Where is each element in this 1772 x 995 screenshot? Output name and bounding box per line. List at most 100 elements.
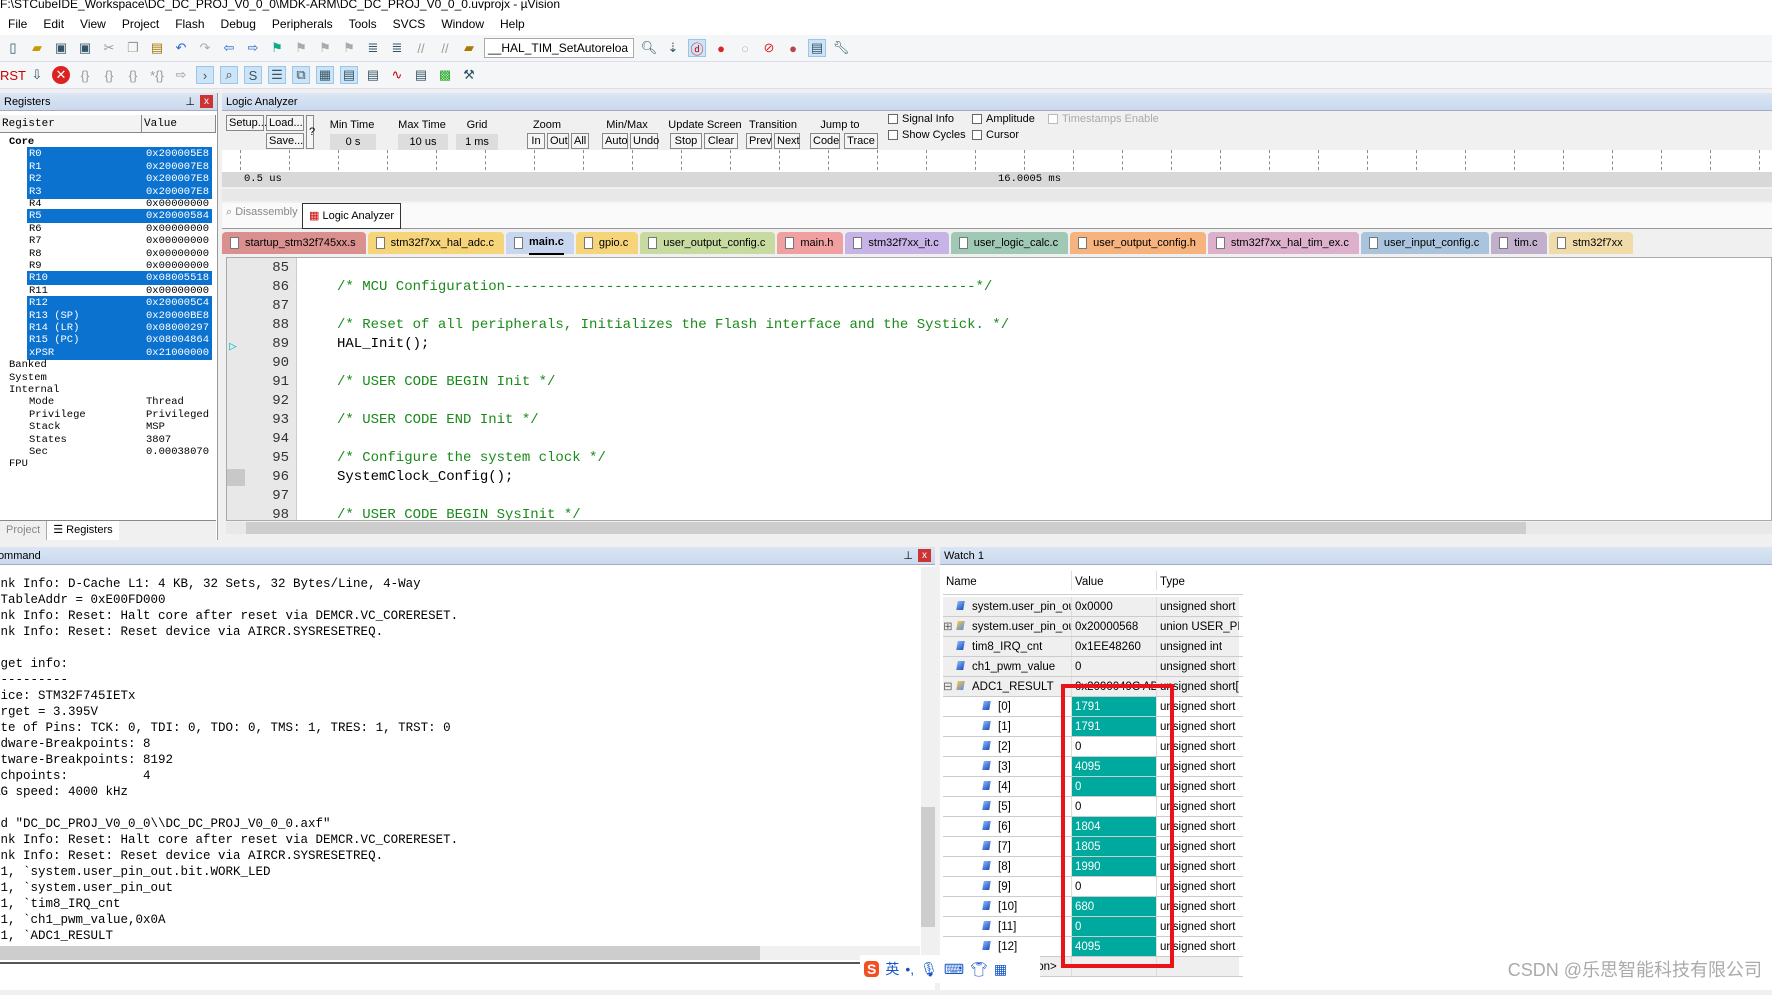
menu-debug[interactable]: Debug: [213, 17, 264, 31]
keyboard-icon[interactable]: ⌨: [944, 961, 964, 978]
file-tab[interactable]: stm32f7xx_hal_tim_ex.c: [1207, 232, 1359, 254]
forward-icon[interactable]: ⇨: [244, 39, 262, 57]
microphone-icon[interactable]: 🎙︎: [920, 961, 938, 978]
system-viewer-icon[interactable]: ▩: [436, 66, 454, 84]
watch-window-icon[interactable]: ▦: [316, 66, 334, 84]
run-to-cursor-icon[interactable]: *{}: [148, 66, 166, 84]
save-icon[interactable]: ▣: [52, 39, 70, 57]
command-input[interactable]: [0, 962, 935, 988]
file-tab[interactable]: stm32f7xx_it.c: [845, 232, 949, 254]
bookmark-next-icon[interactable]: ⚑: [316, 39, 334, 57]
breakpoint-insert-icon[interactable]: ●: [712, 39, 730, 57]
find-in-files-icon[interactable]: ▰: [460, 39, 478, 57]
bookmark-icon[interactable]: ⚑: [268, 39, 286, 57]
ime-language[interactable]: 英: [885, 959, 899, 979]
breakpoint-disable-icon[interactable]: ○: [736, 39, 754, 57]
command-hscrollbar[interactable]: [0, 946, 920, 960]
undo-icon[interactable]: ↶: [172, 39, 190, 57]
watch-row[interactable]: ⊞ system.user_pin_out 0x20000568 union USER…: [943, 617, 1243, 637]
watch-value[interactable]: 0x0000: [1071, 597, 1156, 616]
logic-analyzer-scrollbar[interactable]: [222, 189, 1772, 201]
undo-button[interactable]: Undo: [630, 133, 659, 149]
call-stack-window-icon[interactable]: ⧉: [292, 66, 310, 84]
uncomment-icon[interactable]: //: [436, 39, 454, 57]
expand-toggle-icon[interactable]: ⊞: [943, 617, 953, 636]
menu-help[interactable]: Help: [492, 17, 533, 31]
setup-button[interactable]: Setup...: [226, 115, 267, 131]
close-icon[interactable]: x: [918, 549, 931, 562]
file-tab[interactable]: stm32f7xx: [1549, 232, 1633, 254]
run-icon[interactable]: ⇩: [28, 66, 46, 84]
file-tab[interactable]: main.c: [506, 232, 574, 255]
analysis-window-icon[interactable]: ∿: [388, 66, 406, 84]
menu-edit[interactable]: Edit: [35, 17, 72, 31]
file-tab[interactable]: main.h: [777, 232, 844, 254]
code-editor[interactable]: 85 86 /* MCU Configuration----------------…: [226, 257, 1772, 521]
pin-icon[interactable]: ⊥: [185, 93, 195, 111]
help-button[interactable]: ?: [306, 115, 315, 149]
menu-flash[interactable]: Flash: [167, 17, 212, 31]
zoom-all-button[interactable]: All: [571, 133, 589, 149]
watch-value[interactable]: 0: [1071, 657, 1156, 676]
auto-button[interactable]: Auto: [602, 133, 628, 149]
indent-icon[interactable]: ≣: [364, 39, 382, 57]
zoom-in-button[interactable]: In: [527, 133, 545, 149]
save-all-icon[interactable]: ▣: [76, 39, 94, 57]
paste-icon[interactable]: ▤: [148, 39, 166, 57]
load-button[interactable]: Load...: [266, 115, 304, 131]
step-over-icon[interactable]: {}: [100, 66, 118, 84]
save-button[interactable]: Save...: [266, 133, 304, 149]
stop-icon[interactable]: ✕: [52, 66, 70, 84]
menu-project[interactable]: Project: [114, 17, 167, 31]
column-register[interactable]: Register: [0, 115, 142, 132]
watch-value[interactable]: 0x20000568: [1071, 617, 1156, 636]
menu-window[interactable]: Window: [433, 17, 492, 31]
redo-icon[interactable]: ↷: [196, 39, 214, 57]
file-tab[interactable]: tim.c: [1491, 232, 1548, 254]
editor-scroll-thumb[interactable]: [246, 522, 1526, 534]
toolbox-icon[interactable]: ▦: [994, 961, 1007, 978]
clear-button[interactable]: Clear: [704, 133, 738, 149]
incremental-find-icon[interactable]: ⇣: [664, 39, 682, 57]
column-value[interactable]: Value: [142, 115, 216, 132]
menu-view[interactable]: View: [72, 17, 114, 31]
watch-row[interactable]: tim8_IRQ_cnt 0x1EE48260 unsigned int: [943, 637, 1243, 657]
timestamps-enable-checkbox[interactable]: Timestamps Enable: [1048, 113, 1159, 125]
file-tab[interactable]: startup_stm32f745xx.s: [222, 232, 366, 254]
window-layout-icon[interactable]: ▤: [808, 39, 826, 57]
skin-icon[interactable]: 👕︎: [970, 961, 988, 978]
command-window-icon[interactable]: ›: [196, 66, 214, 84]
step-out-icon[interactable]: {}: [124, 66, 142, 84]
watch-row[interactable]: ch1_pwm_value 0 unsigned short: [943, 657, 1243, 677]
menu-tools[interactable]: Tools: [341, 17, 385, 31]
unindent-icon[interactable]: ≣: [388, 39, 406, 57]
show-next-statement-icon[interactable]: ⇨: [172, 66, 190, 84]
file-tab[interactable]: user_logic_calc.c: [950, 232, 1069, 254]
punctuation-icon[interactable]: •,: [905, 961, 914, 977]
zoom-out-button[interactable]: Out: [547, 133, 569, 149]
toolbox-icon[interactable]: ⚒: [460, 66, 478, 84]
cursor-checkbox[interactable]: Cursor: [972, 129, 1019, 141]
editor-hscrollbar[interactable]: [226, 522, 1772, 534]
debug-session-icon[interactable]: ⓓ: [688, 39, 706, 57]
menu-file[interactable]: File: [0, 17, 35, 31]
breakpoint-disable-all-icon[interactable]: ⊘: [760, 39, 778, 57]
serial-window-icon[interactable]: ▤: [364, 66, 382, 84]
symbols-window-icon[interactable]: S: [244, 66, 262, 84]
tab-project[interactable]: Project: [0, 521, 48, 540]
function-combo[interactable]: __HAL_TIM_SetAutoreloa: [484, 38, 634, 58]
menu-peripherals[interactable]: Peripherals: [264, 17, 341, 31]
column-name[interactable]: Name: [943, 571, 1071, 590]
file-tab[interactable]: user_output_config.c: [640, 232, 776, 254]
bookmark-prev-icon[interactable]: ⚑: [292, 39, 310, 57]
copy-icon[interactable]: ❐: [124, 39, 142, 57]
configure-icon[interactable]: 🔧︎: [832, 39, 850, 57]
trace-button[interactable]: Trace: [844, 133, 878, 149]
disassembly-window-icon[interactable]: ⌕: [220, 66, 238, 84]
file-tab[interactable]: user_input_config.c: [1360, 232, 1490, 254]
memory-window-icon[interactable]: ▤: [340, 66, 358, 84]
tab-registers[interactable]: ☰ Registers: [47, 521, 119, 540]
bookmark-clear-icon[interactable]: ⚑: [340, 39, 358, 57]
back-icon[interactable]: ⇦: [220, 39, 238, 57]
pin-icon[interactable]: ⊥: [903, 547, 913, 565]
